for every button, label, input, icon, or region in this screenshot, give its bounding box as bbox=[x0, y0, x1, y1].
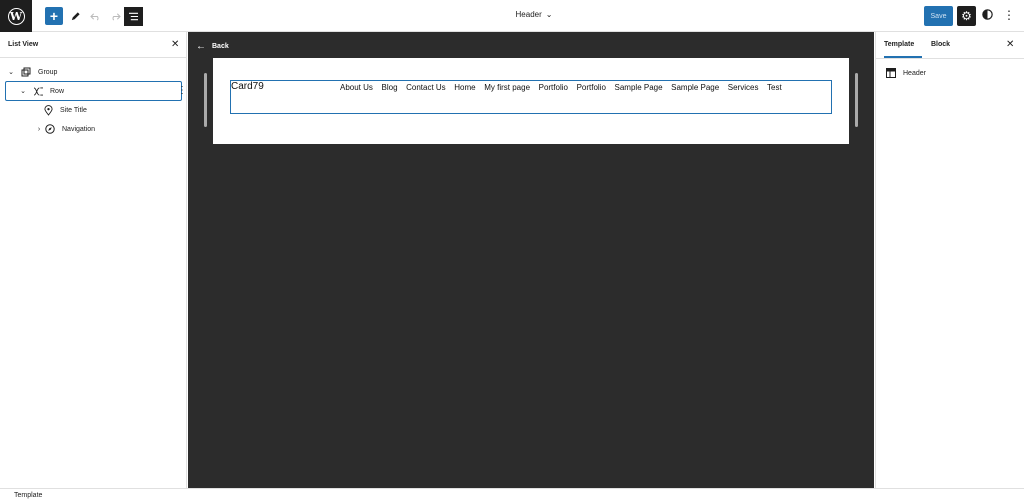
top-toolbar: W + Header ⌄ Save ⚙ ⋮ bbox=[0, 0, 1024, 32]
nav-link[interactable]: My first page bbox=[484, 83, 530, 92]
template-part-icon bbox=[886, 68, 896, 78]
nav-link[interactable]: Test bbox=[767, 83, 782, 92]
block-breadcrumb-bar: Template bbox=[0, 488, 1024, 502]
group-icon bbox=[20, 67, 32, 77]
styles-button[interactable] bbox=[981, 8, 994, 21]
chevron-down-icon: ⌄ bbox=[545, 10, 553, 19]
editor-canvas: ← Back Card79 About Us Blog Contact Us H… bbox=[188, 32, 874, 488]
row-icon bbox=[32, 86, 44, 96]
vertical-ellipsis-icon: ⋮ bbox=[1003, 8, 1015, 22]
gear-icon: ⚙ bbox=[961, 9, 972, 23]
nav-link[interactable]: About Us bbox=[340, 83, 373, 92]
list-item-label: Navigation bbox=[62, 125, 96, 133]
chevron-right-icon[interactable]: › bbox=[34, 126, 44, 133]
block-options-icon[interactable]: ⋮ bbox=[177, 86, 187, 96]
settings-sidebar: Template Block ✕ Header bbox=[875, 32, 1024, 488]
divider bbox=[876, 58, 1024, 59]
half-circle-contrast-icon bbox=[982, 9, 993, 20]
compass-icon bbox=[44, 124, 56, 134]
list-view-panel: List View ✕ ⌄ Group ⌄ Row ⋮ Site Title ›… bbox=[0, 32, 187, 488]
map-pin-icon bbox=[42, 104, 54, 116]
template-card: Header bbox=[886, 68, 926, 78]
nav-link[interactable]: Services bbox=[728, 83, 759, 92]
options-menu-button[interactable]: ⋮ bbox=[1003, 8, 1015, 22]
list-item-site-title[interactable]: Site Title bbox=[38, 101, 87, 119]
nav-link[interactable]: Blog bbox=[382, 83, 398, 92]
breadcrumb[interactable]: Template bbox=[14, 492, 42, 499]
list-item-row[interactable]: ⌄ Row ⋮ bbox=[5, 81, 187, 101]
close-sidebar-button[interactable]: ✕ bbox=[1006, 40, 1014, 50]
document-title-dropdown[interactable]: Header ⌄ bbox=[0, 10, 1024, 19]
list-item-label: Row bbox=[50, 87, 65, 95]
tab-template[interactable]: Template bbox=[884, 41, 914, 48]
chevron-down-icon[interactable]: ⌄ bbox=[6, 68, 16, 76]
list-item-navigation[interactable]: › Navigation bbox=[34, 120, 95, 138]
nav-link[interactable]: Portfolio bbox=[539, 83, 568, 92]
nav-link[interactable]: Sample Page bbox=[671, 83, 719, 92]
template-preview-frame: Card79 About Us Blog Contact Us Home My … bbox=[213, 58, 849, 144]
close-icon: ✕ bbox=[171, 39, 180, 50]
chevron-down-icon[interactable]: ⌄ bbox=[18, 87, 28, 95]
selected-row-block[interactable]: Card79 About Us Blog Contact Us Home My … bbox=[230, 80, 832, 114]
template-name: Header bbox=[903, 69, 926, 77]
nav-link[interactable]: Home bbox=[454, 83, 475, 92]
nav-link[interactable]: Contact Us bbox=[406, 83, 446, 92]
list-item-label: Site Title bbox=[60, 106, 87, 114]
document-title: Header bbox=[515, 10, 542, 19]
site-title-text[interactable]: Card79 bbox=[231, 81, 264, 92]
settings-button[interactable]: ⚙ bbox=[957, 6, 976, 26]
tab-block[interactable]: Block bbox=[931, 41, 950, 48]
close-list-view-button[interactable]: ✕ bbox=[171, 40, 179, 50]
arrow-left-icon: ← bbox=[196, 41, 206, 52]
save-button[interactable]: Save bbox=[924, 6, 953, 26]
navigation-menu: About Us Blog Contact Us Home My first p… bbox=[340, 83, 790, 92]
close-icon: ✕ bbox=[1006, 39, 1015, 50]
list-view-header: List View ✕ bbox=[0, 32, 187, 58]
nav-link[interactable]: Sample Page bbox=[615, 83, 663, 92]
back-label: Back bbox=[212, 43, 229, 50]
resize-handle-right[interactable] bbox=[855, 73, 858, 127]
back-button[interactable]: ← Back bbox=[196, 41, 229, 52]
list-item-label: Group bbox=[38, 68, 58, 76]
list-view-title: List View bbox=[8, 41, 39, 48]
list-item-group[interactable]: ⌄ Group bbox=[6, 63, 57, 81]
nav-link[interactable]: Portfolio bbox=[577, 83, 606, 92]
resize-handle-left[interactable] bbox=[204, 73, 207, 127]
